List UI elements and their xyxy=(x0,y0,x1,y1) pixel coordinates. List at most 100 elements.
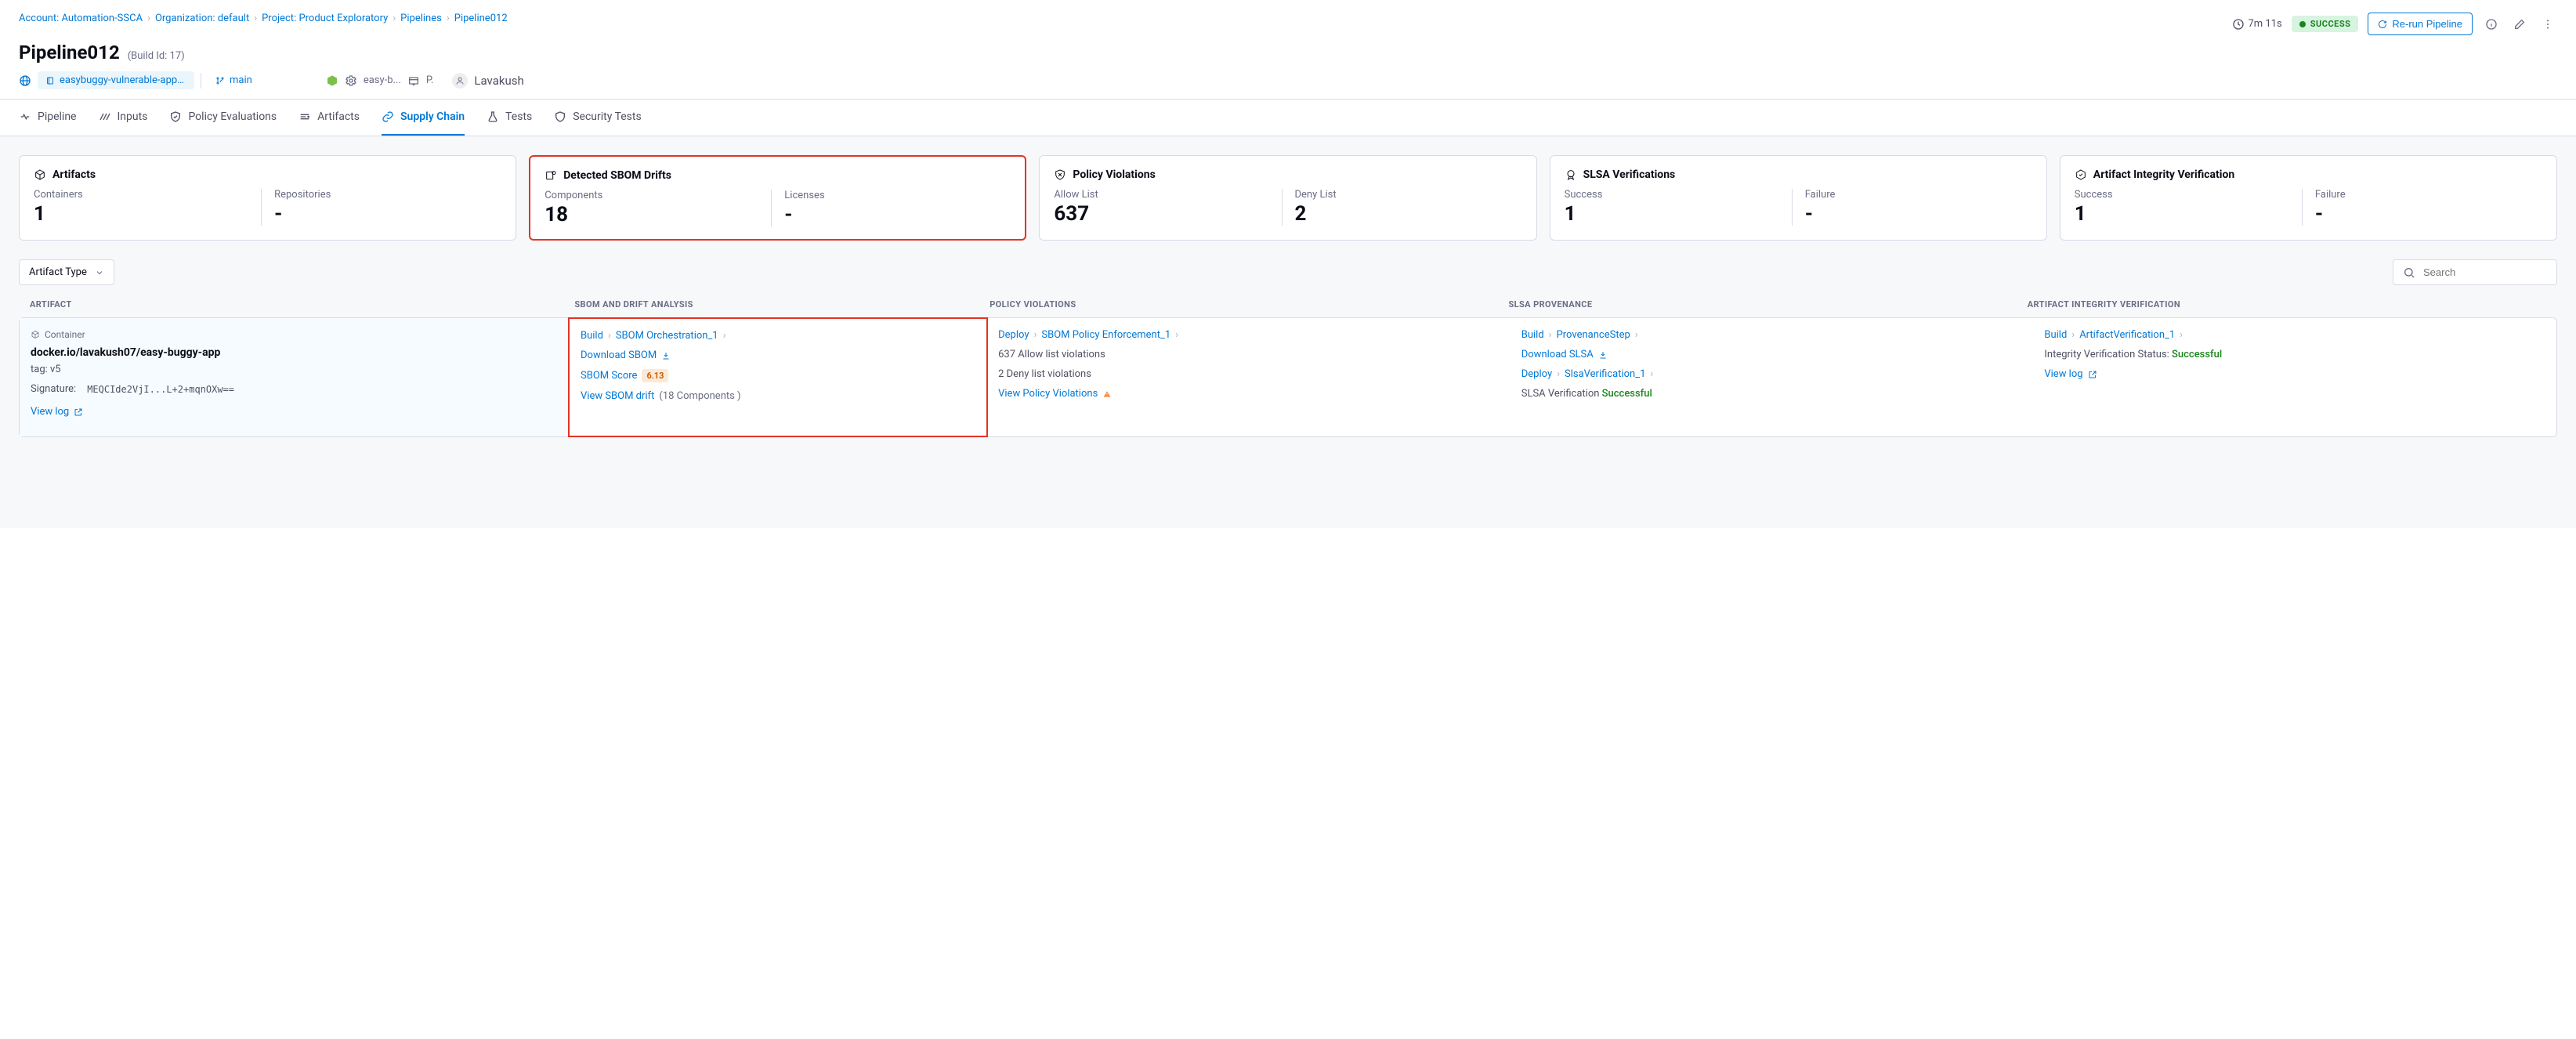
search-icon xyxy=(2403,266,2415,279)
col-slsa: Build› ProvenanceStep› Download SLSA Dep… xyxy=(1511,318,2034,436)
page-title: Pipeline012 xyxy=(19,42,120,63)
view-policy-violations-link[interactable]: View Policy Violations xyxy=(998,388,1500,400)
integrity-step-link[interactable]: ArtifactVerification_1 xyxy=(2079,329,2175,341)
tabs: Pipeline Inputs Policy Evaluations Artif… xyxy=(0,99,2576,136)
policy-step-link[interactable]: SBOM Policy Enforcement_1 xyxy=(1041,329,1170,341)
tab-security-tests[interactable]: Security Tests xyxy=(554,100,641,136)
status-badge: SUCCESS xyxy=(2292,16,2359,32)
edit-button[interactable] xyxy=(2510,15,2529,34)
ci-label: easy-b... xyxy=(364,74,401,86)
artifact-name: docker.io/lavakush07/easy-buggy-app xyxy=(31,346,557,359)
card-artifacts: Artifacts Containers1 Repositories- xyxy=(19,155,516,241)
repo-icon xyxy=(45,76,55,85)
integrity-view-log-link[interactable]: View log xyxy=(2044,368,2545,380)
tab-artifacts[interactable]: Artifacts xyxy=(298,100,360,136)
download-slsa-link[interactable]: Download SLSA xyxy=(1521,349,2023,360)
breadcrumb: Account: Automation-SSCA› Organization: … xyxy=(19,13,508,24)
slsa-status: SLSA Verification Successful xyxy=(1521,388,2023,400)
col-integrity: Build› ArtifactVerification_1› Integrity… xyxy=(2033,318,2556,436)
artifacts-icon xyxy=(298,110,311,123)
sbom-stage-link[interactable]: Build xyxy=(581,330,603,342)
deny-list-text: 2 Deny list violations xyxy=(998,368,1500,380)
artifact-tag: tag: v5 xyxy=(31,364,557,375)
allow-list-text: 637 Allow list violations xyxy=(998,349,1500,360)
badge-icon xyxy=(1565,168,1577,181)
shield-check-icon xyxy=(169,110,182,123)
rerun-pipeline-button[interactable]: Re-run Pipeline xyxy=(2368,13,2473,35)
search-input[interactable] xyxy=(2422,266,2563,279)
card-artifact-integrity: Artifact Integrity Verification Success1… xyxy=(2060,155,2557,241)
warning-icon xyxy=(1102,389,1112,399)
col-policy: Deploy› SBOM Policy Enforcement_1› 637 A… xyxy=(987,318,1511,436)
breadcrumb-pipelines[interactable]: Pipelines xyxy=(400,13,442,24)
branch-chip[interactable]: main xyxy=(208,71,260,89)
clock-icon xyxy=(2232,18,2245,31)
table-header: ARTIFACT SBOM AND DRIFT ANALYSIS POLICY … xyxy=(19,299,2557,317)
pipeline-icon xyxy=(19,110,31,123)
card-policy-violations: Policy Violations Allow List637 Deny Lis… xyxy=(1039,155,1536,241)
slsa-build-stage-link[interactable]: Build xyxy=(1521,329,1544,341)
user-name: Lavakush xyxy=(474,74,523,88)
breadcrumb-project[interactable]: Project: Product Exploratory xyxy=(262,13,388,24)
verified-icon xyxy=(2075,168,2087,181)
external-link-icon xyxy=(2088,370,2097,379)
integrity-status: Integrity Verification Status: Successfu… xyxy=(2044,349,2545,360)
search-input-wrapper[interactable] xyxy=(2393,259,2557,285)
chevron-down-icon xyxy=(95,268,104,277)
policy-stage-link[interactable]: Deploy xyxy=(998,329,1029,341)
download-icon xyxy=(661,351,671,360)
sbom-score-link[interactable]: SBOM Score 6.13 xyxy=(581,369,975,382)
breadcrumb-org[interactable]: Organization: default xyxy=(155,13,249,24)
shield-icon xyxy=(554,110,566,123)
cube-icon xyxy=(31,330,40,339)
card-slsa-verifications: SLSA Verifications Success1 Failure- xyxy=(1550,155,2047,241)
view-sbom-drift-link[interactable]: View SBOM drift (18 Components ) xyxy=(581,390,975,402)
drift-icon xyxy=(545,169,557,182)
user-icon xyxy=(455,76,465,85)
gear-icon xyxy=(345,74,357,87)
card-sbom-drifts: Detected SBOM Drifts Components18 Licens… xyxy=(529,155,1026,241)
slsa-deploy-stage-link[interactable]: Deploy xyxy=(1521,368,1552,380)
pencil-icon xyxy=(2513,18,2526,31)
avatar xyxy=(452,73,468,89)
info-icon xyxy=(2485,18,2498,31)
tab-policy-evaluations[interactable]: Policy Evaluations xyxy=(169,100,277,136)
artifact-type-select[interactable]: Artifact Type xyxy=(19,259,114,285)
breadcrumb-account[interactable]: Account: Automation-SSCA xyxy=(19,13,143,24)
cube-icon xyxy=(34,168,46,181)
repo-chip[interactable]: easybuggy-vulnerable-applic... xyxy=(38,71,194,89)
inputs-icon xyxy=(99,110,111,123)
link-icon xyxy=(382,110,394,123)
duration: 7m 11s xyxy=(2232,18,2281,31)
breadcrumb-pipeline[interactable]: Pipeline012 xyxy=(454,13,508,24)
tab-supply-chain[interactable]: Supply Chain xyxy=(382,100,465,136)
stage-icon xyxy=(407,74,420,87)
ci-icon xyxy=(326,74,338,87)
tab-pipeline[interactable]: Pipeline xyxy=(19,100,77,136)
stage-label: P. xyxy=(426,74,434,86)
slsa-build-step-link[interactable]: ProvenanceStep xyxy=(1557,329,1630,341)
globe-icon xyxy=(19,74,31,87)
shield-alert-icon xyxy=(1054,168,1066,181)
build-id: (Build Id: 17) xyxy=(128,50,185,62)
slsa-deploy-step-link[interactable]: SlsaVerification_1 xyxy=(1565,368,1645,380)
info-button[interactable] xyxy=(2482,15,2501,34)
tab-tests[interactable]: Tests xyxy=(487,100,532,136)
view-log-link[interactable]: View log xyxy=(31,406,557,418)
external-link-icon xyxy=(74,407,83,417)
download-icon xyxy=(1598,350,1608,360)
download-sbom-link[interactable]: Download SBOM xyxy=(581,349,975,361)
flask-icon xyxy=(487,110,499,123)
more-button[interactable] xyxy=(2538,15,2557,34)
sbom-step-link[interactable]: SBOM Orchestration_1 xyxy=(616,330,718,342)
col-sbom: Build› SBOM Orchestration_1› Download SB… xyxy=(568,317,988,437)
col-artifact: Container docker.io/lavakush07/easy-bugg… xyxy=(20,318,569,436)
sbom-score-badge: 6.13 xyxy=(642,369,668,382)
rerun-icon xyxy=(2378,20,2387,29)
integrity-stage-link[interactable]: Build xyxy=(2044,329,2067,341)
branch-icon xyxy=(215,76,225,85)
signature-value: MEQCIde2VjI...L+2+mqnOXw== xyxy=(87,384,234,395)
tab-inputs[interactable]: Inputs xyxy=(99,100,148,136)
more-vertical-icon xyxy=(2542,18,2554,31)
table-row: Container docker.io/lavakush07/easy-bugg… xyxy=(19,317,2557,437)
